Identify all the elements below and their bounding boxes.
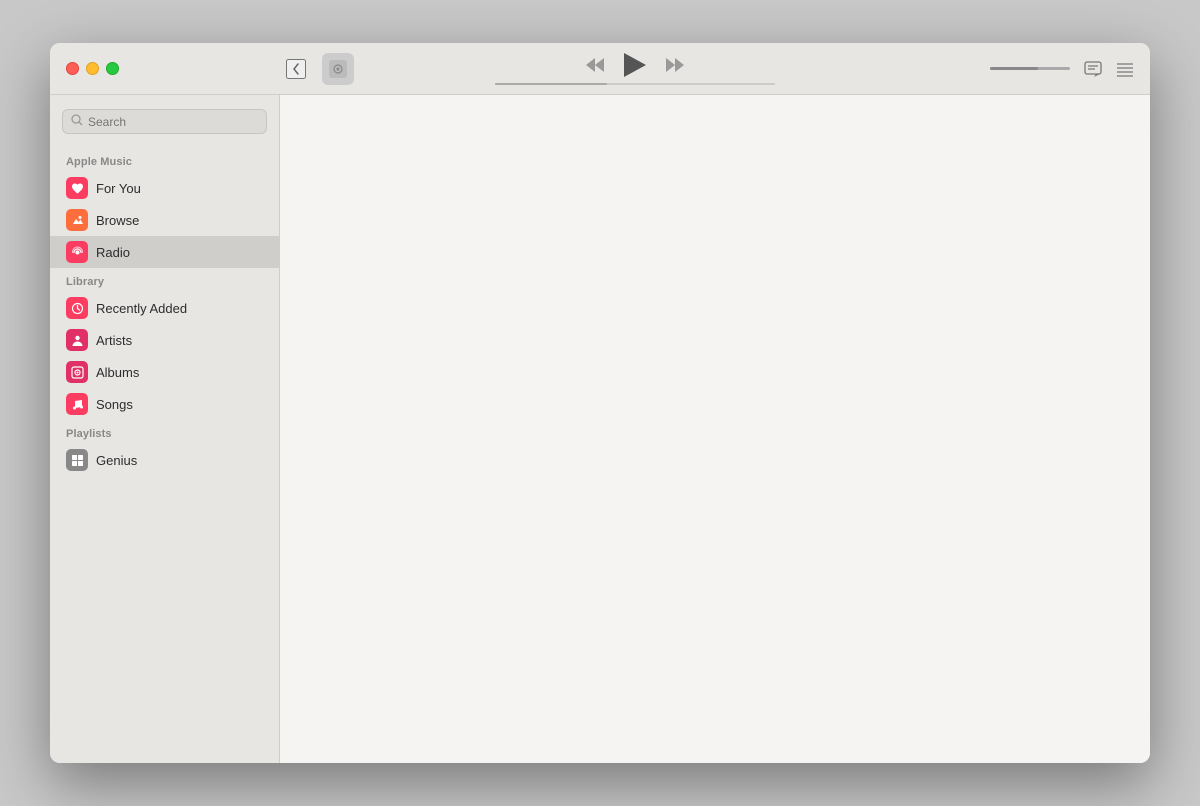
section-header-library: Library xyxy=(50,268,279,292)
genius-icon xyxy=(66,449,88,471)
traffic-lights xyxy=(50,62,280,75)
content-area: Apple Music For You Browse xyxy=(50,95,1150,763)
sidebar: Apple Music For You Browse xyxy=(50,95,280,763)
for-you-label: For You xyxy=(96,181,141,196)
albums-icon xyxy=(66,361,88,383)
sidebar-item-albums[interactable]: Albums xyxy=(50,356,279,388)
albums-label: Albums xyxy=(96,365,139,380)
sidebar-item-songs[interactable]: Songs xyxy=(50,388,279,420)
main-content xyxy=(280,95,1150,763)
minimize-button[interactable] xyxy=(86,62,99,75)
list-view-button[interactable] xyxy=(1116,61,1134,77)
browse-icon xyxy=(66,209,88,231)
sidebar-item-browse[interactable]: Browse xyxy=(50,204,279,236)
close-button[interactable] xyxy=(66,62,79,75)
progress-bar[interactable] xyxy=(495,83,775,85)
songs-label: Songs xyxy=(96,397,133,412)
sidebar-item-recently-added[interactable]: Recently Added xyxy=(50,292,279,324)
play-button[interactable] xyxy=(624,53,646,77)
forward-button[interactable] xyxy=(666,58,684,72)
transport-controls xyxy=(586,53,684,77)
sidebar-item-genius[interactable]: Genius xyxy=(50,444,279,476)
section-header-playlists: Playlists xyxy=(50,420,279,444)
app-window: Apple Music For You Browse xyxy=(50,43,1150,763)
transport-section xyxy=(280,53,990,85)
lyrics-button[interactable] xyxy=(1084,61,1102,77)
recently-added-icon xyxy=(66,297,88,319)
genius-label: Genius xyxy=(96,453,137,468)
volume-slider[interactable] xyxy=(990,67,1070,70)
search-box xyxy=(62,109,267,134)
maximize-button[interactable] xyxy=(106,62,119,75)
section-header-apple-music: Apple Music xyxy=(50,148,279,172)
toolbar-right xyxy=(990,61,1150,77)
volume-fill xyxy=(990,67,1038,70)
radio-icon xyxy=(66,241,88,263)
rewind-button[interactable] xyxy=(586,58,604,72)
search-icon xyxy=(71,114,83,129)
search-input[interactable] xyxy=(88,115,258,129)
for-you-icon xyxy=(66,177,88,199)
sidebar-item-radio[interactable]: Radio xyxy=(50,236,279,268)
sidebar-item-artists[interactable]: Artists xyxy=(50,324,279,356)
toolbar xyxy=(50,43,1150,95)
toolbar-left xyxy=(50,53,280,85)
songs-icon xyxy=(66,393,88,415)
sidebar-item-for-you[interactable]: For You xyxy=(50,172,279,204)
progress-fill xyxy=(495,83,607,85)
radio-label: Radio xyxy=(96,245,130,260)
browse-label: Browse xyxy=(96,213,139,228)
artists-label: Artists xyxy=(96,333,132,348)
artists-icon xyxy=(66,329,88,351)
recently-added-label: Recently Added xyxy=(96,301,187,316)
